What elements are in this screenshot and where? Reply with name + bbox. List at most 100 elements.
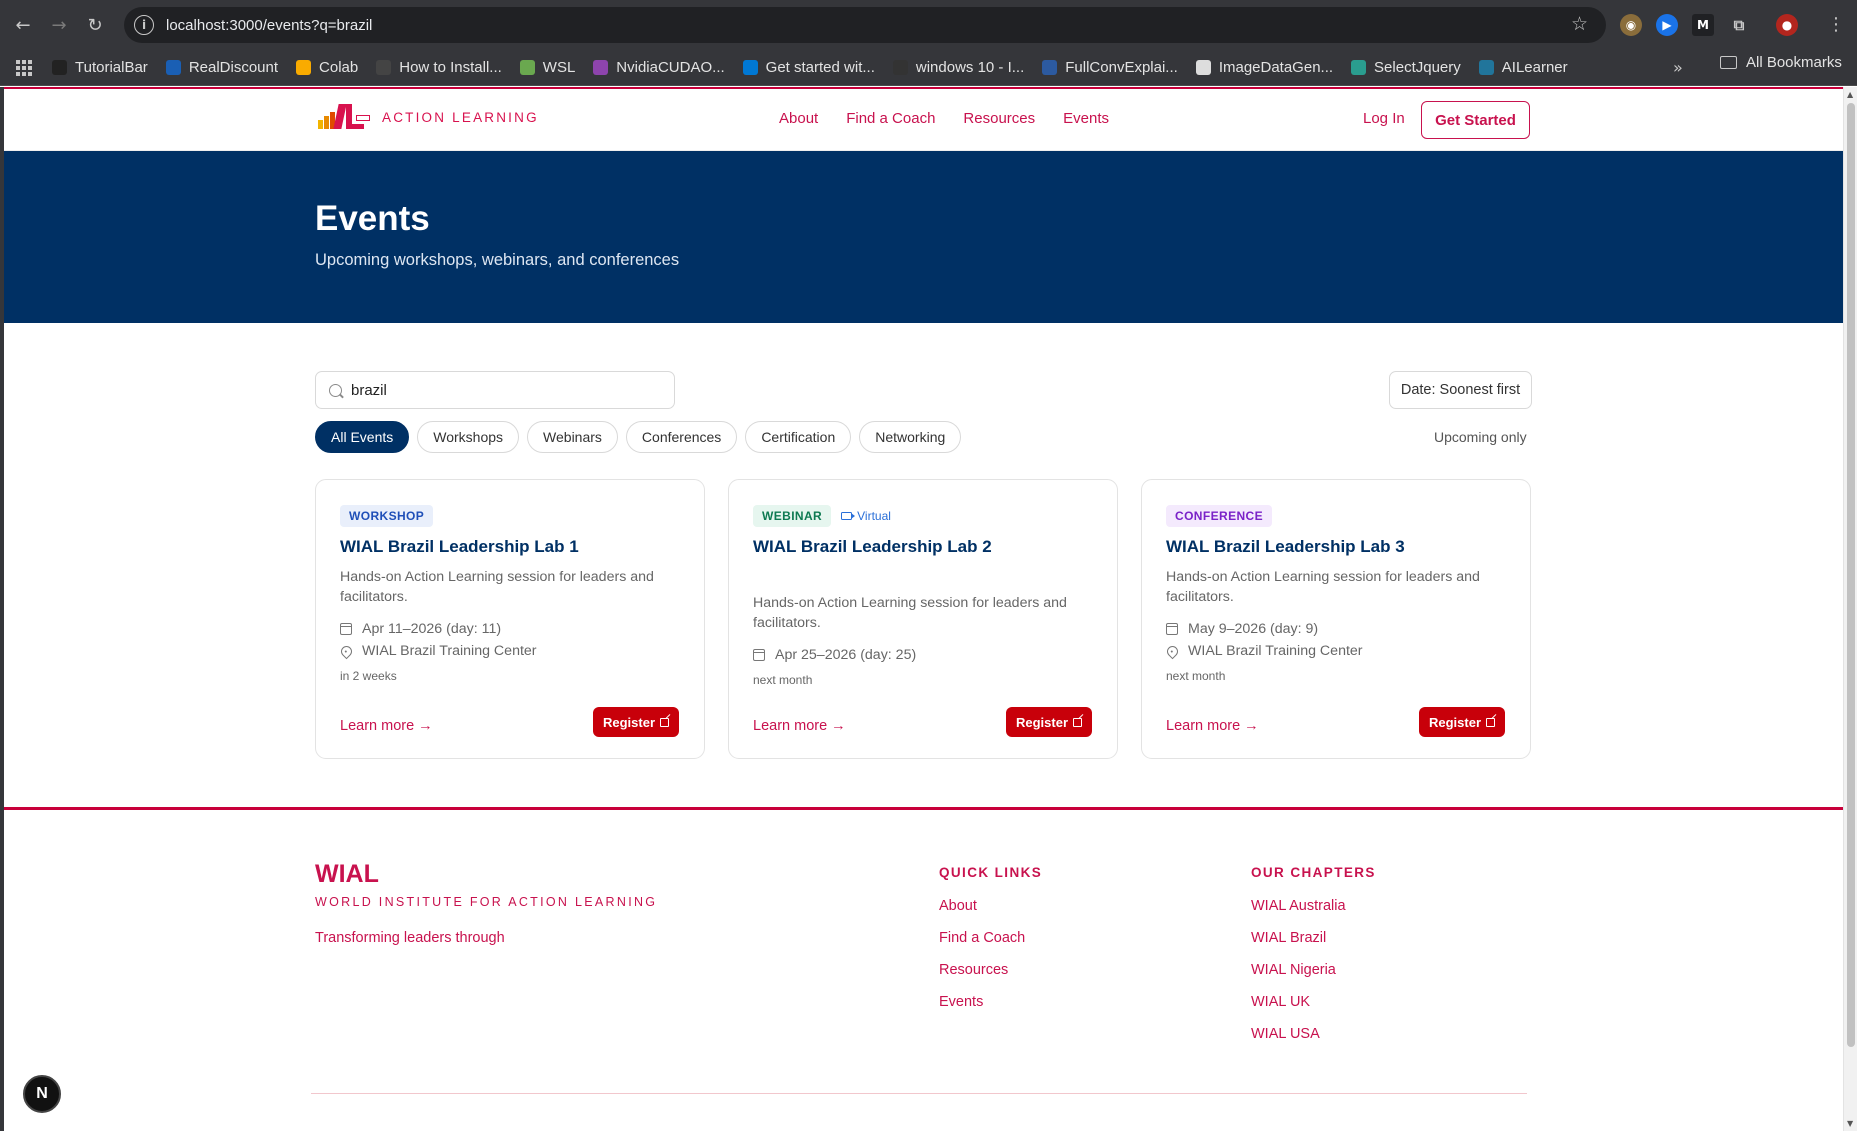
search-input[interactable] xyxy=(351,381,651,399)
event-card: CONFERENCE WIAL Brazil Leadership Lab 3 … xyxy=(1141,479,1531,759)
event-date: Apr 11–2026 (day: 11) xyxy=(340,621,501,637)
nav-events[interactable]: Events xyxy=(1063,110,1109,127)
forward-icon[interactable]: → xyxy=(46,12,72,38)
bookmark-favicon-icon xyxy=(742,60,758,75)
menu-kebab-icon[interactable]: ⋮ xyxy=(1827,14,1845,35)
bookmark-label: Get started wit... xyxy=(765,59,875,76)
extensions-area: ◉ ▶ M ⧉ ● xyxy=(1620,12,1798,38)
url-text[interactable]: localhost:3000/events?q=brazil xyxy=(166,17,372,34)
location-pin-icon xyxy=(338,643,355,659)
back-icon[interactable]: ← xyxy=(10,12,36,38)
learn-more-link[interactable]: Learn more → xyxy=(340,718,433,734)
bookmark-label: ImageDataGen... xyxy=(1218,59,1334,76)
event-date: May 9–2026 (day: 9) xyxy=(1166,621,1318,637)
bookmark-item[interactable]: windows 10 - I... xyxy=(892,59,1025,76)
bookmark-label: AILearner xyxy=(1501,59,1568,76)
bookmark-item[interactable]: NvidiaCUDAO... xyxy=(593,59,725,76)
get-started-button[interactable]: Get Started xyxy=(1421,101,1530,139)
page-scrollbar[interactable]: ▲ ▼ xyxy=(1843,87,1857,1131)
filter-webinars[interactable]: Webinars xyxy=(527,421,618,453)
filter-conferences[interactable]: Conferences xyxy=(625,421,738,453)
bookmark-label: WSL xyxy=(542,59,576,76)
scroll-down-icon[interactable]: ▼ xyxy=(1847,1119,1853,1128)
chapter-link-australia[interactable]: WIAL Australia xyxy=(1251,898,1376,930)
bookmark-favicon-icon xyxy=(892,60,908,75)
footer-link-find-a-coach[interactable]: Find a Coach xyxy=(939,930,1042,962)
event-title[interactable]: WIAL Brazil Leadership Lab 3 xyxy=(1166,537,1405,557)
bookmark-item[interactable]: TutorialBar xyxy=(52,59,148,76)
nextjs-dev-badge[interactable]: N xyxy=(23,1075,61,1113)
filter-certification[interactable]: Certification xyxy=(745,421,852,453)
event-description: Hands-on Action Learning session for lea… xyxy=(340,569,654,605)
bookmark-item[interactable]: FullConvExplai... xyxy=(1042,59,1178,76)
register-label: Register xyxy=(1428,714,1482,730)
nav-resources[interactable]: Resources xyxy=(963,110,1035,127)
profile-avatar-icon[interactable]: ● xyxy=(1776,14,1798,36)
register-button[interactable]: Register xyxy=(593,707,679,737)
nav-find-a-coach[interactable]: Find a Coach xyxy=(846,110,935,127)
apps-grid-icon[interactable] xyxy=(16,59,32,76)
bookmark-item[interactable]: AILearner xyxy=(1478,59,1568,76)
event-title[interactable]: WIAL Brazil Leadership Lab 1 xyxy=(340,537,579,557)
external-link-icon xyxy=(1073,717,1083,727)
reload-icon[interactable]: ↻ xyxy=(82,12,108,38)
site-logo[interactable]: ACTION LEARNING xyxy=(318,103,539,131)
event-title[interactable]: WIAL Brazil Leadership Lab 2 xyxy=(753,537,992,557)
bookmarks-overflow-icon[interactable]: » xyxy=(1673,58,1683,77)
footer-logo[interactable]: WIAL xyxy=(315,860,379,889)
footer-link-events[interactable]: Events xyxy=(939,994,1042,1026)
bookmark-item[interactable]: Colab xyxy=(296,59,358,76)
play-extension-icon[interactable]: ▶ xyxy=(1656,14,1678,36)
all-bookmarks[interactable]: All Bookmarks xyxy=(1720,54,1842,71)
upcoming-only-toggle[interactable]: Upcoming only xyxy=(1434,429,1527,445)
scrollbar-thumb[interactable] xyxy=(1847,103,1855,1047)
folder-icon xyxy=(1720,56,1737,69)
login-link[interactable]: Log In xyxy=(1363,110,1405,127)
event-type-badge: WORKSHOP xyxy=(340,505,434,527)
chapter-link-uk[interactable]: WIAL UK xyxy=(1251,994,1376,1026)
footer-quick-links: QUICK LINKS About Find a Coach Resources… xyxy=(939,865,1042,1026)
bookmark-item[interactable]: ImageDataGen... xyxy=(1195,59,1334,76)
bookmark-item[interactable]: RealDiscount xyxy=(165,59,279,76)
quick-links-heading: QUICK LINKS xyxy=(939,865,1043,880)
chapter-link-usa[interactable]: WIAL USA xyxy=(1251,1026,1376,1058)
bookmark-label: windows 10 - I... xyxy=(915,59,1025,76)
filter-all-events[interactable]: All Events xyxy=(315,421,410,453)
nav-about[interactable]: About xyxy=(779,110,818,127)
calendar-icon xyxy=(1166,623,1178,635)
footer-chapters: OUR CHAPTERS WIAL Australia WIAL Brazil … xyxy=(1251,865,1376,1058)
learn-more-link[interactable]: Learn more → xyxy=(753,718,846,734)
external-link-icon xyxy=(1486,717,1496,727)
bookmark-item[interactable]: WSL xyxy=(519,59,576,76)
extension-icon[interactable]: ◉ xyxy=(1620,14,1642,36)
site-header: ACTION LEARNING About Find a Coach Resou… xyxy=(4,89,1843,151)
learn-more-link[interactable]: Learn more → xyxy=(1166,718,1259,734)
filter-networking[interactable]: Networking xyxy=(859,421,962,453)
footer-link-about[interactable]: About xyxy=(939,898,1042,930)
bookmark-star-icon[interactable]: ☆ xyxy=(1571,13,1588,35)
search-box[interactable] xyxy=(315,371,675,409)
page-title: Events xyxy=(315,199,430,238)
register-button[interactable]: Register xyxy=(1006,707,1092,737)
chapter-link-brazil[interactable]: WIAL Brazil xyxy=(1251,930,1376,962)
bookmark-label: RealDiscount xyxy=(188,59,279,76)
event-card: WEBINAR Virtual WIAL Brazil Leadership L… xyxy=(728,479,1118,759)
sort-dropdown[interactable]: Date: Soonest first xyxy=(1389,371,1532,409)
footer-link-resources[interactable]: Resources xyxy=(939,962,1042,994)
filter-workshops[interactable]: Workshops xyxy=(417,421,520,453)
bookmark-item[interactable]: Get started wit... xyxy=(742,59,875,76)
puzzle-icon[interactable]: ⧉ xyxy=(1728,14,1750,36)
category-filters: All Events Workshops Webinars Conference… xyxy=(315,421,962,453)
scroll-up-icon[interactable]: ▲ xyxy=(1847,90,1853,99)
location-pin-icon xyxy=(1164,643,1181,659)
bookmark-item[interactable]: How to Install... xyxy=(376,59,502,76)
bookmark-favicon-icon xyxy=(376,60,392,75)
address-bar[interactable]: i localhost:3000/events?q=brazil ☆ xyxy=(124,7,1606,43)
chapter-link-nigeria[interactable]: WIAL Nigeria xyxy=(1251,962,1376,994)
site-info-icon[interactable]: i xyxy=(134,15,154,35)
bookmark-item[interactable]: SelectJquery xyxy=(1351,59,1461,76)
event-type-badge: CONFERENCE xyxy=(1166,505,1273,527)
medium-extension-icon[interactable]: M xyxy=(1692,14,1714,36)
bookmark-label: TutorialBar xyxy=(75,59,148,76)
register-button[interactable]: Register xyxy=(1419,707,1505,737)
